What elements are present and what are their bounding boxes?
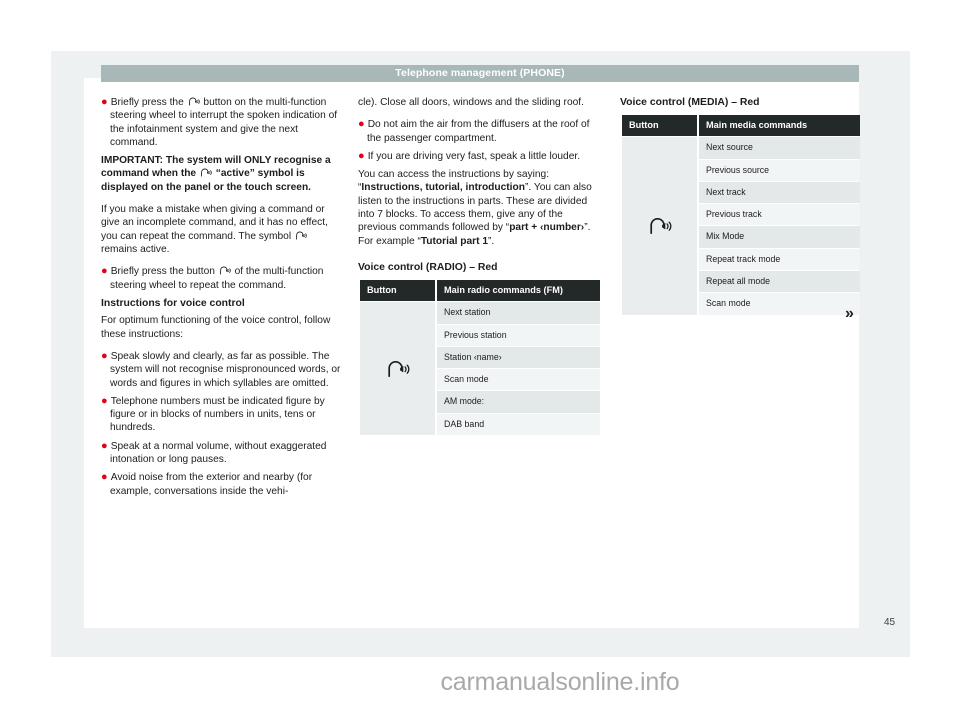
voice-control-icon [200, 168, 212, 178]
column-header-button: Button [622, 115, 697, 137]
command-cell: Station ‹name› [437, 346, 600, 369]
bullet-item: ● Speak at a normal volume, without exag… [101, 440, 343, 467]
section-subheading: Instructions for voice control [101, 297, 245, 309]
running-header: Telephone management (PHONE) [101, 65, 859, 82]
voice-control-icon [188, 97, 200, 106]
radio-commands-table: Button Main radio commands (FM) Next stati… [358, 279, 602, 436]
table-row: Next source [622, 137, 860, 315]
body-text: If you are driving very fast, speak a li… [367, 150, 581, 162]
body-text: Avoid noise from the exterior and nearby… [110, 472, 313, 497]
body-text: For optimum functioning of the voice con… [101, 315, 331, 340]
body-text: ”. [488, 235, 495, 247]
bullet-item: ● If you are driving very fast, speak a … [358, 150, 602, 163]
command-cell: Previous track [699, 204, 860, 226]
voice-control-icon [648, 217, 672, 235]
body-text: Briefly press the button [110, 266, 218, 278]
bullet-dot-icon: ● [101, 394, 111, 407]
body-text: Speak slowly and clearly, as far as poss… [110, 350, 341, 389]
command-cell: Previous station [437, 324, 600, 346]
bullet-dot-icon: ● [101, 349, 111, 362]
bullet-item: ● Speak slowly and clearly, as far as po… [101, 350, 343, 390]
voice-control-icon [386, 360, 410, 378]
paragraph: For optimum functioning of the voice con… [101, 314, 343, 341]
table-row: Next station [360, 302, 600, 436]
body-text: Speak at a normal volume, without exagge… [110, 440, 327, 466]
body-text: Do not aim the air from the diffusers at… [367, 119, 590, 144]
radio-button-cell [360, 302, 435, 436]
media-table-caption: Voice control (MEDIA) – Red [620, 97, 760, 108]
paragraph: IMPORTANT: The system will ONLY recognis… [101, 154, 343, 194]
bullet-item: ● Telephone numbers must be indicated fi… [101, 395, 343, 435]
command-cell: AM mode: [437, 391, 600, 413]
voice-control-icon [295, 231, 307, 240]
command-cell: Previous source [699, 159, 860, 181]
body-text: Briefly press the [110, 97, 187, 108]
watermark-text: carmanualsonline.info [440, 668, 680, 696]
continuation-arrow-icon: » [845, 305, 854, 322]
bullet-item: ● Briefly press the button on the multi-… [101, 96, 343, 149]
command-cell: Next source [699, 137, 860, 159]
bullet-dot-icon: ● [358, 149, 368, 162]
watermark: carmanualsonline.info [0, 668, 960, 697]
button-icon-container [623, 217, 696, 235]
paragraph: If you make a mistake when giving a comm… [101, 203, 343, 256]
paragraph: You can access the instructions by sayin… [358, 168, 602, 248]
bullet-item: ● Avoid noise from the exterior and near… [101, 471, 343, 498]
command-cell: Scan mode [699, 293, 860, 315]
emphasis-text: Instructions, tutorial, introduction [361, 182, 525, 194]
body-text: remains active. [101, 243, 170, 255]
media-commands-table: Button Main media commands Next source Prev… [620, 114, 862, 316]
command-cell: DAB band [437, 413, 600, 436]
column-header-commands: Main radio commands (FM) [437, 279, 600, 302]
page-number: 45 [884, 617, 896, 628]
bullet-item: ● Briefly press the button of the multi-… [101, 265, 343, 292]
command-cell: Next station [437, 302, 600, 324]
bullet-dot-icon: ● [101, 96, 111, 108]
media-button-cell [622, 137, 697, 315]
bullet-dot-icon: ● [101, 471, 111, 484]
column-header-button: Button [360, 279, 435, 302]
emphasis-text: part + ‹number› [509, 222, 585, 234]
table-header-row: Button Main media commands [622, 115, 860, 137]
right-text-column: Voice control (MEDIA) – Red Button Main me… [620, 96, 862, 316]
command-cell: Repeat track mode [699, 248, 860, 271]
body-text: cle). Close all doors, windows and the s… [358, 97, 584, 108]
bullet-dot-icon: ● [101, 439, 111, 452]
body-text: Telephone numbers must be indicated figu… [110, 395, 325, 434]
bullet-dot-icon: ● [101, 265, 111, 278]
command-cell: Repeat all mode [699, 271, 860, 293]
bullet-dot-icon: ● [358, 118, 368, 131]
column-header-commands: Main media commands [699, 115, 860, 137]
voice-control-icon [219, 266, 231, 275]
bullet-item: ● Do not aim the air from the diffusers … [358, 118, 602, 145]
radio-table-caption: Voice control (RADIO) – Red [358, 261, 498, 273]
command-cell: Next track [699, 181, 860, 204]
body-text: If you make a mistake when giving a comm… [101, 204, 328, 242]
emphasis-text: Tutorial part 1 [420, 235, 489, 247]
command-cell: Scan mode [437, 369, 600, 391]
command-cell: Mix Mode [699, 226, 860, 248]
table-header-row: Button Main radio commands (FM) [360, 279, 600, 302]
paragraph: cle). Close all doors, windows and the s… [358, 96, 602, 109]
button-icon-container [361, 360, 434, 378]
left-text-column: ● Briefly press the button on the multi-… [101, 96, 343, 503]
middle-text-column: cle). Close all doors, windows and the s… [358, 96, 602, 436]
